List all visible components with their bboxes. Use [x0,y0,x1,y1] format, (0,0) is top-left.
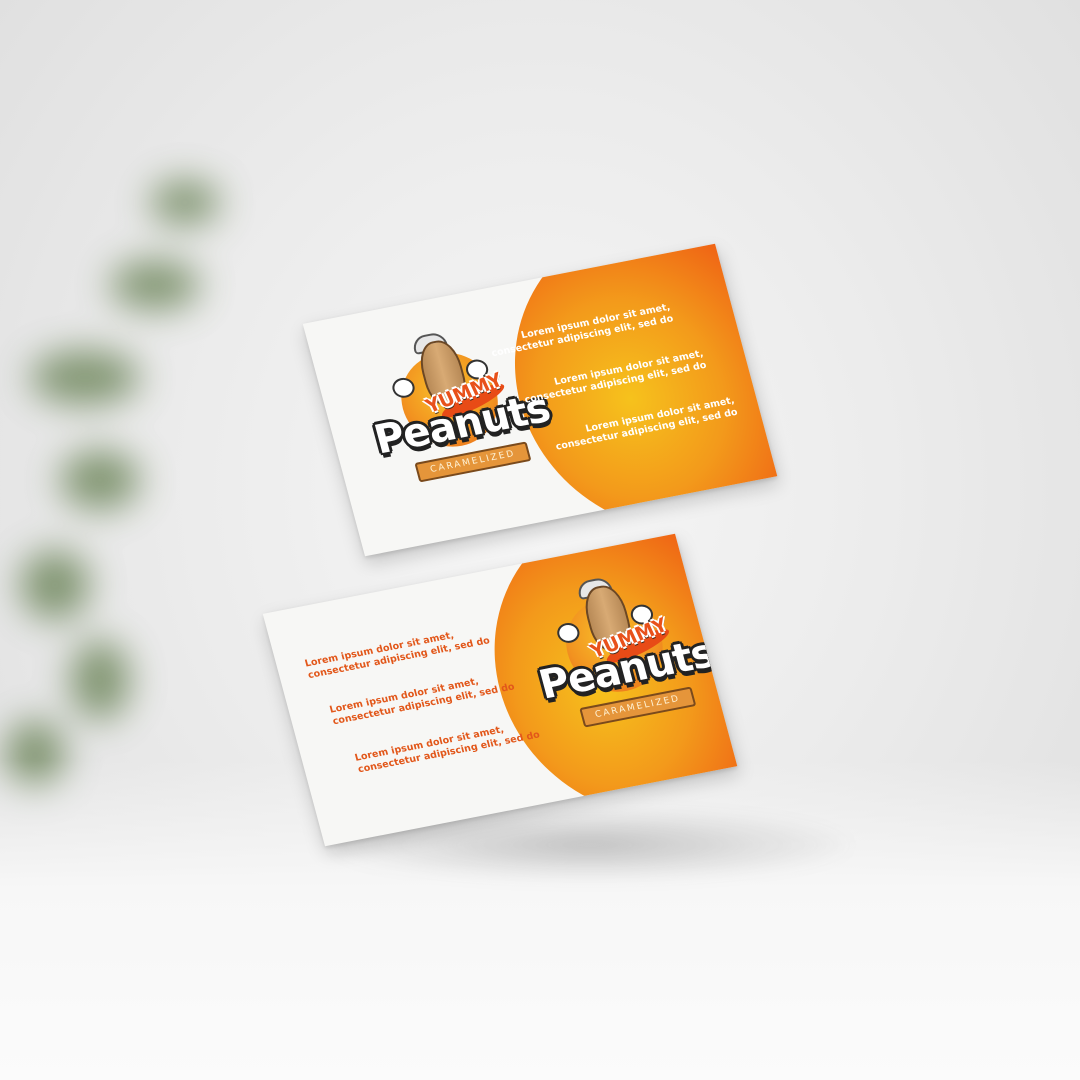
back-copy-block-2: Lorem ipsum dolor sit amet, consectetur … [328,670,516,729]
yummy-peanuts-logo: YUMMY Peanuts CARAMELIZED [517,568,723,746]
floor-surface [0,760,1080,1080]
mockup-scene: Lorem ipsum dolor sit amet, consectetur … [0,0,1080,1080]
business-card-front: YUMMY Peanuts CARAMELIZED Lorem ipsum do… [302,243,778,557]
blurred-plant-background [0,120,300,840]
back-copy-block-3: Lorem ipsum dolor sit amet, consectetur … [354,718,542,777]
back-copy-block-1: Lorem ipsum dolor sit amet, consectetur … [304,624,492,683]
